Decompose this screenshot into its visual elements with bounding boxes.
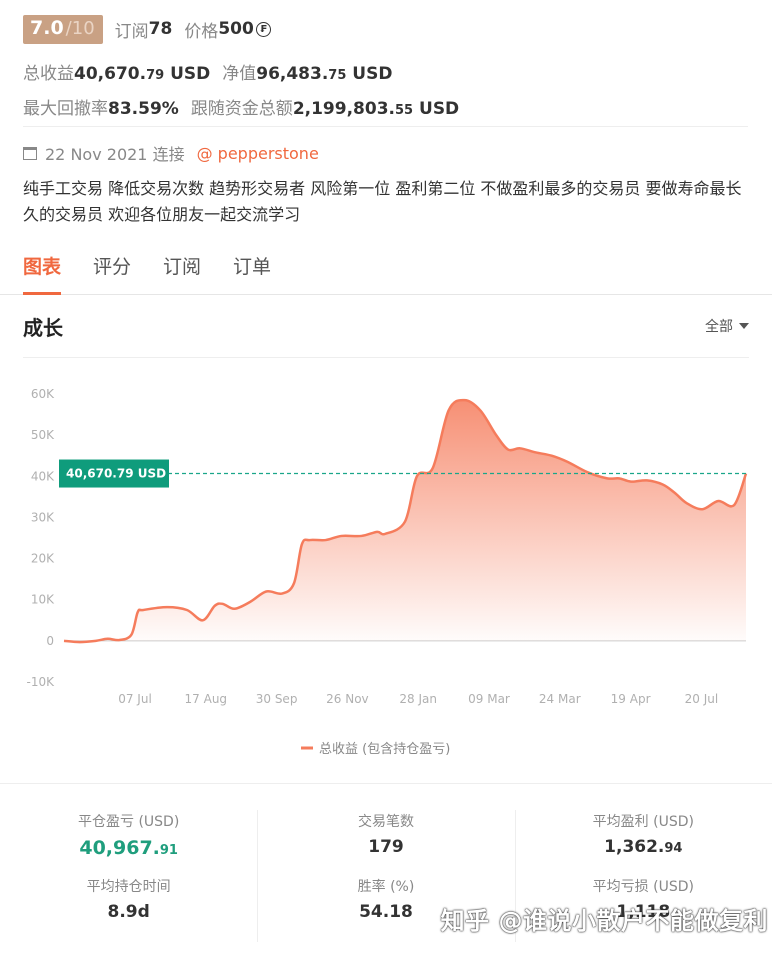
signal-header: 7.0 /10 订阅 78 价格 500 ₣ 总收益 40,670.79 USD… — [23, 14, 748, 119]
avg-loss-label: 平均亏损 (USD) — [592, 879, 694, 895]
x-tick-label: 30 Sep — [256, 692, 298, 706]
avg-profit-label: 平均盈利 (USD) — [592, 814, 694, 830]
y-tick-label: 30K — [31, 510, 55, 524]
net-value-value: 96,483.75 USD — [256, 64, 393, 84]
tab-orders[interactable]: 订单 — [233, 240, 271, 295]
avg-hold-time-label: 平均持仓时间 — [86, 879, 171, 895]
subscribe-count: 78 — [148, 19, 173, 39]
tab-rating[interactable]: 评分 — [93, 240, 131, 295]
subscribe-label: 订阅 — [114, 21, 149, 42]
growth-header: 成长 全部 — [23, 295, 749, 358]
max-drawdown-label: 最大回撤率 — [23, 99, 108, 119]
follow-funds-value: 2,199,803.55 USD — [292, 99, 460, 119]
range-dropdown[interactable]: 全部 — [705, 316, 749, 336]
price-value: 500 — [218, 19, 254, 39]
stats-column-2: 交易笔数 179 胜率 (%) 54.18 — [257, 784, 514, 966]
y-tick-label: 10K — [31, 593, 55, 607]
y-tick-label: 0 — [46, 634, 54, 648]
total-profit-value: 40,670.79 USD — [74, 64, 211, 84]
closed-pnl-label: 平仓盈亏 (USD) — [78, 814, 180, 830]
y-tick-label: 40K — [31, 469, 55, 483]
y-tick-label: 20K — [31, 552, 55, 566]
trade-count-label: 交易笔数 — [357, 814, 414, 830]
score-value: 7.0 — [30, 16, 64, 39]
tab-chart[interactable]: 图表 — [23, 240, 62, 295]
x-tick-label: 20 Jul — [685, 692, 719, 706]
x-tick-label: 09 Mar — [468, 692, 510, 706]
x-tick-label: 19 Apr — [611, 692, 651, 706]
net-value-label: 净值 — [222, 64, 257, 84]
x-tick-label: 07 Jul — [118, 692, 152, 706]
y-tick-label: -10K — [27, 675, 56, 689]
trade-count-value: 179 — [368, 837, 404, 857]
current-value-label: 40,670.79 USD — [66, 467, 166, 481]
avg-profit-value: 1,362.94 — [604, 837, 683, 857]
follow-funds-label: 跟随资金总额 — [190, 99, 293, 119]
max-drawdown-value: 83.59% — [108, 99, 179, 119]
growth-title: 成长 — [23, 315, 63, 340]
score-badge: 7.0 /10 — [23, 14, 103, 44]
y-tick-label: 60K — [31, 387, 55, 401]
range-label: 全部 — [705, 319, 733, 335]
stats-column-1: 平仓盈亏 (USD) 40,967.91 平均持仓时间 8.9d — [0, 784, 257, 966]
x-tick-label: 24 Mar — [539, 692, 581, 706]
x-tick-label: 26 Nov — [326, 692, 369, 706]
win-rate-label: 胜率 (%) — [357, 879, 415, 895]
x-tick-label: 28 Jan — [399, 692, 437, 706]
closed-pnl-value: 40,967.91 — [79, 837, 178, 859]
growth-chart-svg: 60K 50K 40K 30K 20K 10K 0 -10K 07 Jul 17 Aug 30 S… — [27, 387, 748, 757]
score-total: /10 — [65, 17, 95, 39]
win-rate-value: 54.18 — [359, 902, 413, 922]
caret-down-icon — [739, 323, 749, 329]
coin-icon: ₣ — [255, 21, 271, 37]
price-label: 价格 — [184, 21, 219, 42]
x-tick-label: 17 Aug — [185, 692, 228, 706]
calendar-icon — [23, 146, 37, 160]
legend-label: 总收益 (包含持仓盈亏) — [319, 741, 450, 757]
current-value-badge: 40,670.79 USD — [59, 459, 169, 488]
stats-column-3: 平均盈利 (USD) 1,362.94 平均亏损 (USD) 1,118 — [514, 784, 772, 966]
signal-description: 纯手工交易 降低交易次数 趋势形交易者 风险第一位 盈利第二位 不做盈利最多的交… — [23, 179, 742, 224]
connect-date: 22 Nov 2021 连接 — [45, 145, 185, 164]
signal-meta: 22 Nov 2021 连接 @ pepperstone 纯手工交易 降低交易次… — [23, 126, 748, 228]
watermark: 知乎 @谁说小散户不能做复利 — [440, 907, 768, 935]
chart-legend[interactable]: 总收益 (包含持仓盈亏) — [301, 741, 450, 757]
avg-hold-time-value: 8.9d — [107, 902, 150, 922]
total-profit-label: 总收益 — [23, 64, 74, 84]
tab-subscribe[interactable]: 订阅 — [163, 240, 201, 295]
stats-panel: 平仓盈亏 (USD) 40,967.91 平均持仓时间 8.9d 交易笔数 17… — [0, 783, 772, 966]
y-tick-label: 50K — [31, 428, 55, 442]
tab-bar: 图表 评分 订阅 订单 — [0, 240, 772, 295]
growth-chart: 60K 50K 40K 30K 20K 10K 0 -10K 07 Jul 17 Aug 30 S… — [0, 358, 772, 778]
broker-link[interactable]: @ pepperstone — [197, 144, 319, 163]
